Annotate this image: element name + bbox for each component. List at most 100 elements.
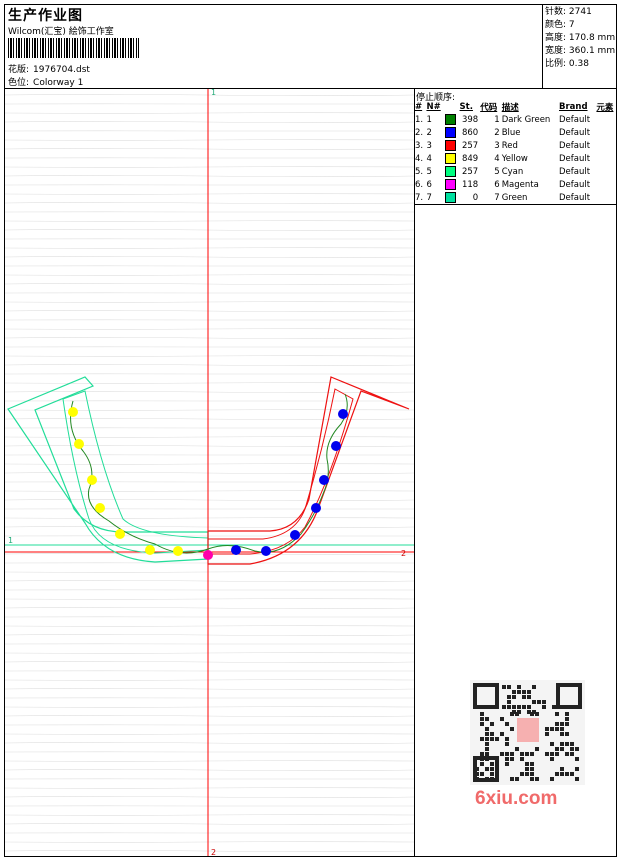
color-swatch [444,166,456,177]
color-row: 7. 7 0 7 Green Default [414,191,617,205]
row-desc: Blue [501,127,521,138]
stat-scale: 比例: 0.38 [545,59,589,69]
page-title: 生产作业图 [8,8,83,24]
stat-colors: 颜色: 7 [545,20,575,30]
row-desc: Dark Green [501,114,551,125]
color-swatch [444,114,456,125]
row-n: 6 [426,179,432,190]
col-n: N# [426,102,441,112]
row-brand: Default [559,179,591,190]
row-element [595,113,617,126]
color-row: 3. 3 257 3 Red Default [414,139,617,152]
color-swatch [444,192,456,203]
row-n: 3 [426,140,432,151]
row-index: 4. [415,153,424,164]
magenta-center-flower [203,550,213,560]
row-element [595,139,617,152]
row-stitches: 257 [461,166,479,177]
row-desc: Green [500,191,558,205]
stat-width: 宽度: 360.1 mm [545,46,616,56]
row-index: 3. [415,140,424,151]
row-element [595,165,617,178]
row-code: 6 [494,179,500,190]
row-element [595,178,617,191]
row-brand: Default [558,191,596,205]
row-stitches: 0 [458,191,480,205]
row-code: 3 [494,140,500,151]
embroidery-design: 1 2 1 2 [5,89,414,856]
row-index: 7. [414,191,426,205]
col-desc: 描述 [501,103,519,113]
row-code: 4 [494,153,500,164]
colorway-label: 色位: [8,78,30,88]
colorway-value: Colorway 1 [33,78,84,88]
colorway-row: 色位: Colorway 1 [8,75,87,88]
color-swatch [444,140,456,151]
axis-label-left: 1 [8,536,13,545]
row-code: 7 [479,191,501,205]
row-code: 1 [494,114,500,125]
row-index: 2. [415,127,424,138]
color-swatch [444,153,456,164]
row-element [595,152,617,165]
row-swatch [444,165,459,178]
row-n: 5 [426,166,432,177]
row-element [595,191,617,205]
row-desc: Yellow [501,153,528,164]
row-desc: Cyan [501,166,524,177]
row-code: 2 [494,127,500,138]
col-brand: Brand [559,102,588,112]
row-brand: Default [559,153,591,164]
row-brand: Default [559,166,591,177]
axis-label-bottom: 2 [211,848,216,856]
row-desc: Magenta [501,179,539,190]
left-cyan-outline [7,376,209,563]
watermark: 6xiu.com [475,788,558,809]
row-swatch [444,152,459,165]
stat-stitches: 针数: 2741 [545,7,592,17]
col-element: 元素 [596,103,614,113]
axis-label-top: 1 [211,89,216,97]
color-row: 6. 6 118 6 Magenta Default [414,178,617,191]
col-swatch [444,101,459,113]
axis-label-right: 2 [401,549,406,558]
design-label: 花版: [8,65,30,75]
row-stitches: 860 [461,127,479,138]
design-file-row: 花版: 1976704.dst [8,62,94,75]
row-n: 4 [426,153,432,164]
company-name: Wilcom(汇宝) 絵饰工作室 [8,27,114,37]
row-n: 1 [426,114,432,125]
design-file: 1976704.dst [33,65,90,75]
left-cyan-inner [62,390,209,554]
row-index: 5. [415,166,424,177]
row-brand: Default [559,114,591,125]
stats-list: 针数: 2741 颜色: 7 高度: 170.8 mm 宽度: 360.1 mm… [545,6,615,71]
row-swatch [444,113,459,126]
row-n: 2 [426,127,432,138]
color-row: 1. 1 398 1 Dark Green Default [414,113,617,126]
color-table: # N# St. 代码 描述 Brand 元素 1. 1 398 1 Dark Gree… [414,101,617,205]
row-brand: Default [559,127,591,138]
row-index: 1. [415,114,424,125]
col-code: 代码 [480,103,498,113]
row-swatch [444,139,459,152]
row-code: 5 [494,166,500,177]
color-swatch [444,127,456,138]
row-desc: Red [501,140,518,151]
row-element [595,126,617,139]
row-swatch [444,178,459,191]
row-stitches: 849 [461,153,479,164]
row-stitches: 118 [461,179,479,190]
row-brand: Default [559,140,591,151]
col-index: # [415,102,423,112]
blue-flowers [231,409,348,556]
row-n: 7 [425,191,444,205]
row-stitches: 398 [461,114,479,125]
color-swatch [444,179,456,190]
color-row: 5. 5 257 5 Cyan Default [414,165,617,178]
row-index: 6. [415,179,424,190]
barcode [8,38,139,58]
color-row: 2. 2 860 2 Blue Default [414,126,617,139]
row-swatch [443,191,459,205]
stat-height: 高度: 170.8 mm [545,33,616,43]
